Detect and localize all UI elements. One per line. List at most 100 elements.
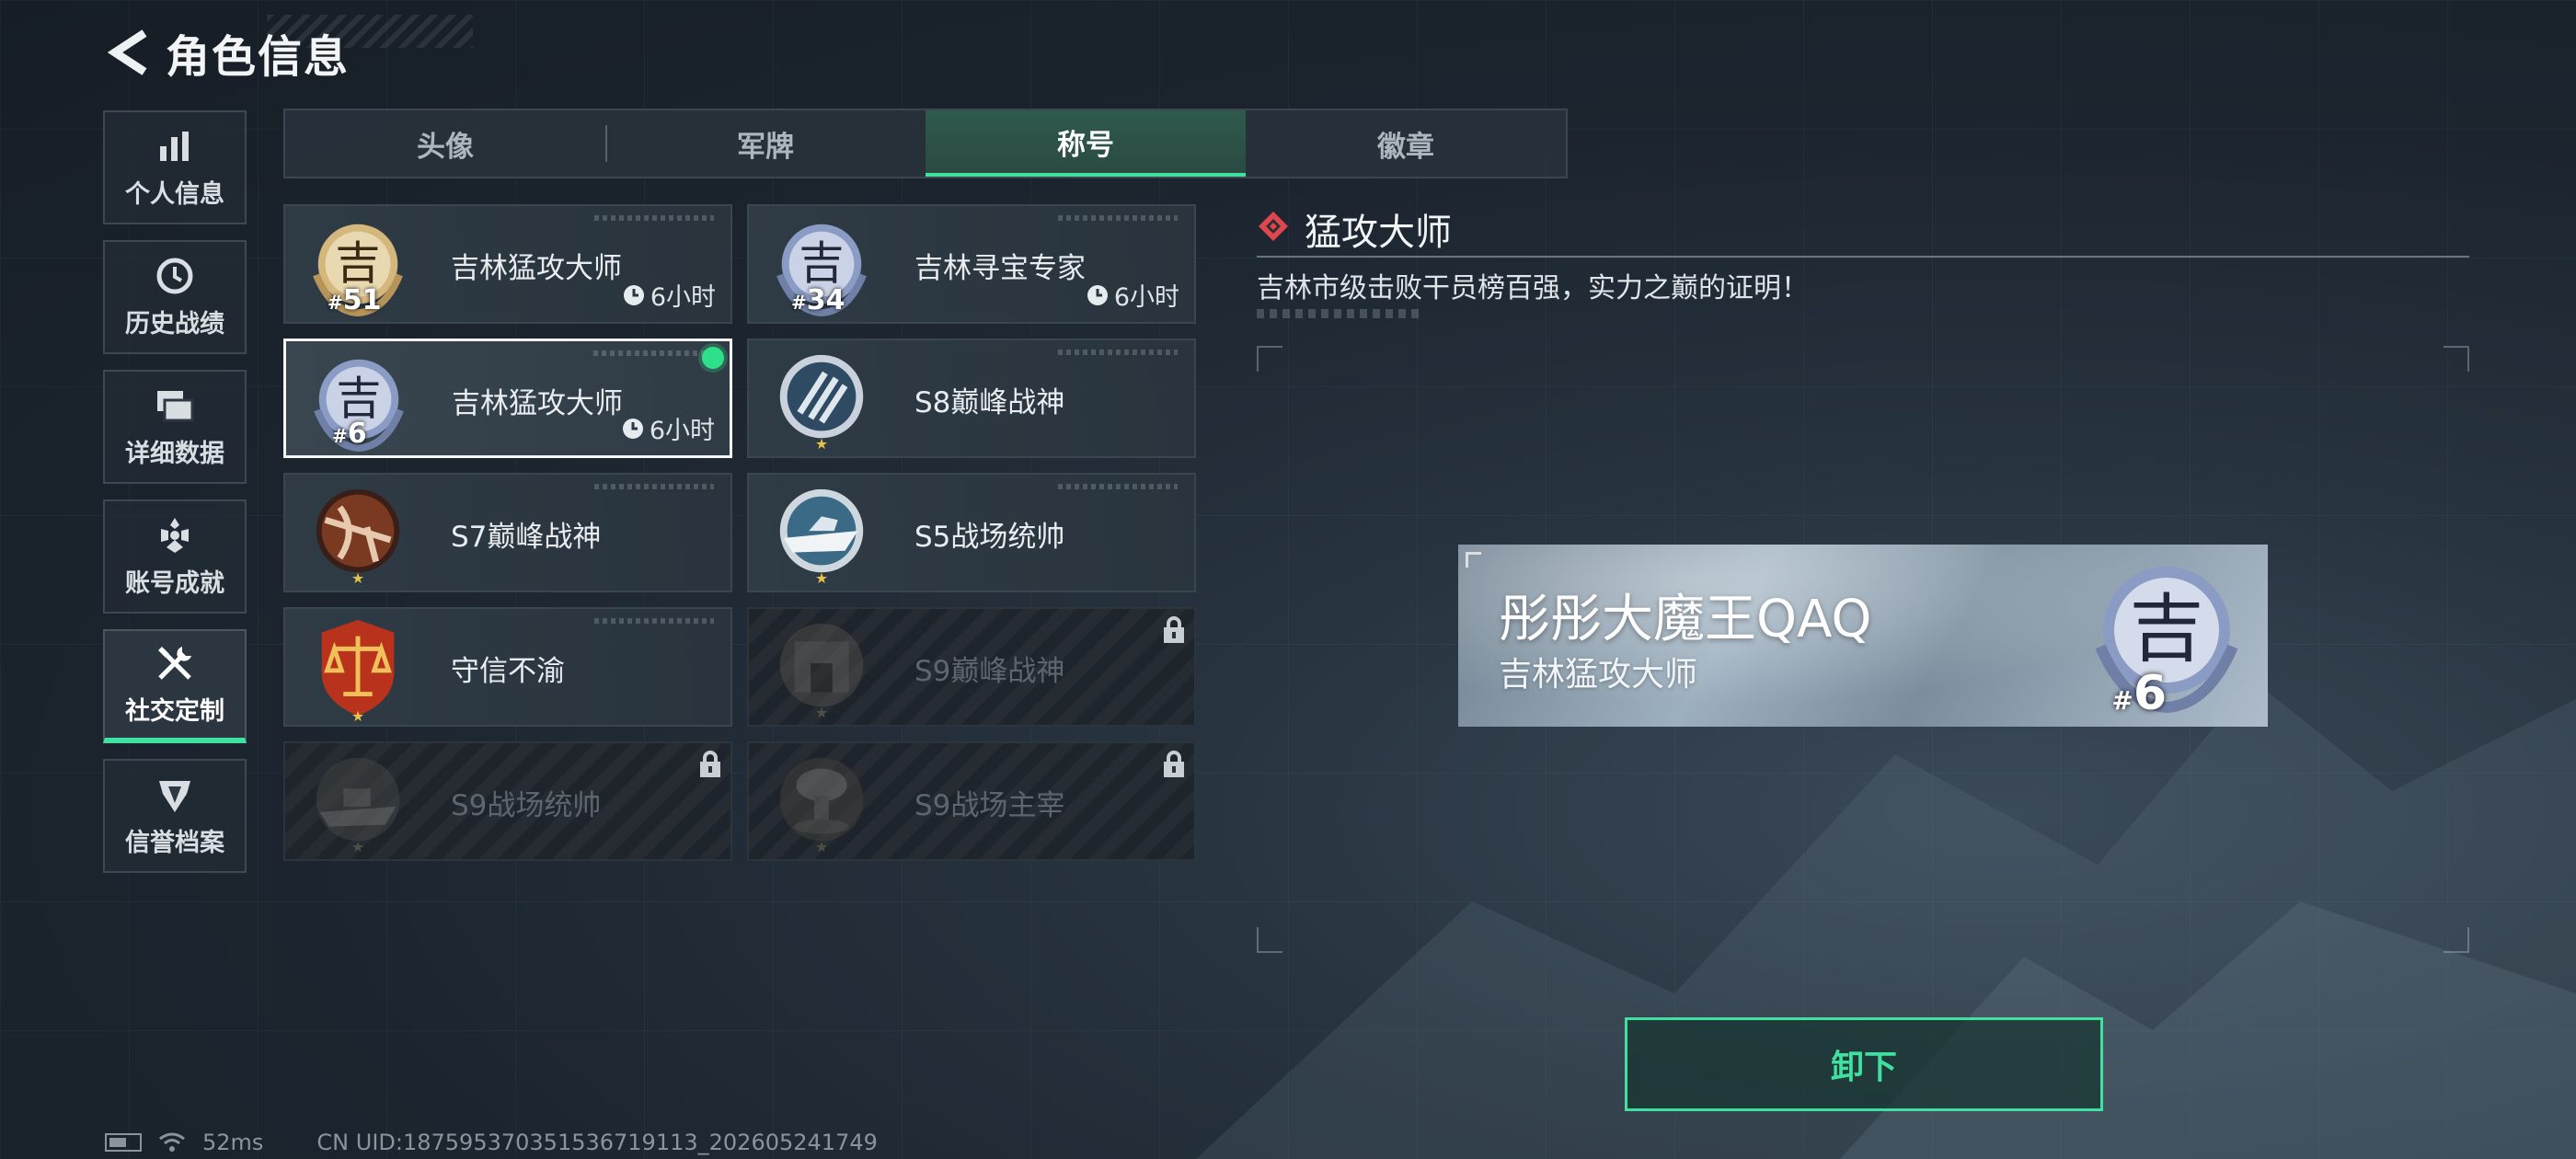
svg-text:★: ★: [815, 435, 828, 453]
divider: [1257, 256, 2469, 258]
s5-boat-emblem-icon: ★: [767, 480, 876, 589]
sidebar-item-achievements[interactable]: 账号成就: [103, 499, 247, 614]
title-card[interactable]: 吉 #34 吉林寻宝专家 6小时: [747, 204, 1196, 324]
svg-text:★: ★: [815, 569, 828, 587]
svg-text:吉: 吉: [2129, 587, 2203, 673]
namecard-preview: 彤彤大魔王QAQ 吉林猛攻大师 吉 #6: [1458, 545, 2268, 727]
clock-icon: [622, 418, 643, 439]
back-arrow-icon: [108, 29, 147, 75]
card-decoration: [1058, 484, 1178, 489]
status-bar: 52ms CN UID:187595370351536719113_202605…: [105, 1130, 878, 1155]
tab-dog-tag[interactable]: 军牌: [605, 110, 926, 177]
card-decoration: [594, 215, 714, 221]
title-card[interactable]: ★ S8巅峰战神: [747, 339, 1196, 458]
title-card-locked[interactable]: ★ S9战场统帅: [283, 741, 732, 861]
clock-icon: [623, 284, 644, 305]
battery-icon: [105, 1133, 142, 1152]
card-decoration: [593, 350, 713, 356]
rank-number: #51: [328, 284, 382, 316]
diamond-icon: [1259, 212, 1288, 241]
player-name: 彤彤大魔王QAQ: [1499, 590, 1872, 649]
namecard-corner: [1466, 552, 1481, 568]
detail-decoration: [1257, 309, 1419, 318]
header-decoration: [267, 15, 473, 48]
s9-ship-emblem-icon: ★: [304, 749, 412, 857]
svg-text:吉: 吉: [335, 236, 380, 290]
sidebar-item-label: 信誉档案: [125, 828, 224, 857]
sidebar-item-label: 历史战绩: [125, 309, 224, 339]
title-card-locked[interactable]: ★ S9战场主宰: [747, 741, 1196, 861]
tab-title[interactable]: 称号: [926, 110, 1246, 177]
title-name: 吉林猛攻大师: [451, 252, 622, 285]
clock-icon: [1087, 284, 1108, 305]
title-card[interactable]: ★ 守信不渝: [283, 607, 732, 727]
s9-gate-emblem-icon: ★: [767, 614, 876, 723]
unequip-button[interactable]: 卸下: [1625, 1017, 2103, 1111]
achievement-icon: [155, 515, 195, 556]
s7-crossbow-emblem-icon: ★: [304, 480, 412, 589]
s8-emblem-icon: ★: [767, 346, 876, 454]
scales-emblem-icon: ★: [304, 614, 412, 725]
title-card[interactable]: ★ S7巅峰战神: [283, 473, 732, 592]
title-name: S9战场统帅: [451, 789, 602, 822]
history-clock-icon: [155, 256, 195, 296]
sidebar: 个人信息 历史战绩 详细数据 账号成就 社交定制 信誉档案: [103, 110, 250, 889]
title-name: S5战场统帅: [914, 521, 1065, 554]
title-name: S9巅峰战神: [914, 655, 1065, 688]
equipped-indicator: [702, 347, 724, 369]
tab-badge[interactable]: 徽章: [1246, 110, 1566, 177]
folders-icon: [155, 385, 195, 426]
title-card[interactable]: 吉 #51 吉林猛攻大师 6小时: [283, 204, 732, 324]
card-decoration: [594, 484, 714, 489]
title-card-locked[interactable]: ★ S9巅峰战神: [747, 607, 1196, 727]
wifi-icon: [159, 1132, 185, 1152]
sidebar-item-label: 账号成就: [125, 568, 224, 598]
lock-icon: [1164, 751, 1184, 777]
uid-text: CN UID:187595370351536719113_20260524174…: [316, 1130, 878, 1155]
tools-icon: [155, 643, 195, 683]
svg-text:★: ★: [351, 838, 364, 855]
time-remaining: 6小时: [1087, 277, 1179, 313]
time-remaining: 6小时: [622, 410, 715, 446]
svg-text:★: ★: [351, 569, 364, 587]
detail-title: 猛攻大师: [1305, 212, 1452, 254]
title-name: S7巅峰战神: [451, 521, 602, 554]
rank-number: #6: [332, 418, 367, 450]
card-decoration: [1058, 215, 1178, 221]
sidebar-item-label: 个人信息: [125, 179, 224, 209]
svg-text:★: ★: [815, 838, 828, 855]
lock-icon: [700, 751, 720, 777]
namecard-title: 吉林猛攻大师: [1499, 656, 1698, 694]
title-card-selected[interactable]: 吉 #6 吉林猛攻大师 6小时: [283, 339, 732, 458]
credit-shield-icon: [155, 775, 195, 815]
tab-avatar[interactable]: 头像: [285, 110, 605, 177]
svg-text:吉: 吉: [799, 236, 844, 290]
sidebar-item-history[interactable]: 历史战绩: [103, 240, 247, 354]
tab-bar: 头像 军牌 称号 徽章: [283, 109, 1568, 178]
title-name: 守信不渝: [451, 655, 565, 688]
title-name: S8巅峰战神: [914, 386, 1065, 419]
sidebar-item-credit[interactable]: 信誉档案: [103, 759, 247, 873]
silver-ji-medal-icon: 吉: [2084, 550, 2249, 716]
rank-number: #34: [791, 284, 845, 316]
bar-chart-icon: [155, 126, 195, 166]
svg-text:★: ★: [815, 704, 828, 721]
sidebar-item-detailed-data[interactable]: 详细数据: [103, 370, 247, 484]
time-remaining: 6小时: [623, 277, 716, 313]
detail-description: 吉林市级击败干员榜百强，实力之巅的证明！: [1257, 272, 1809, 304]
sidebar-item-label: 详细数据: [125, 439, 224, 468]
title-card[interactable]: ★ S5战场统帅: [747, 473, 1196, 592]
title-name: S9战场主宰: [914, 789, 1065, 822]
svg-text:★: ★: [351, 707, 364, 723]
sidebar-item-label: 社交定制: [125, 696, 224, 726]
card-decoration: [1058, 350, 1178, 355]
title-name: 吉林寻宝专家: [914, 252, 1086, 285]
lock-icon: [1164, 616, 1184, 643]
card-decoration: [594, 618, 714, 624]
back-button[interactable]: [101, 25, 156, 80]
sidebar-item-social-custom[interactable]: 社交定制: [103, 629, 247, 743]
title-name: 吉林猛攻大师: [452, 387, 623, 420]
s9-explosion-emblem-icon: ★: [767, 749, 876, 857]
sidebar-item-personal-info[interactable]: 个人信息: [103, 110, 247, 224]
ping-value: 52ms: [202, 1130, 264, 1155]
